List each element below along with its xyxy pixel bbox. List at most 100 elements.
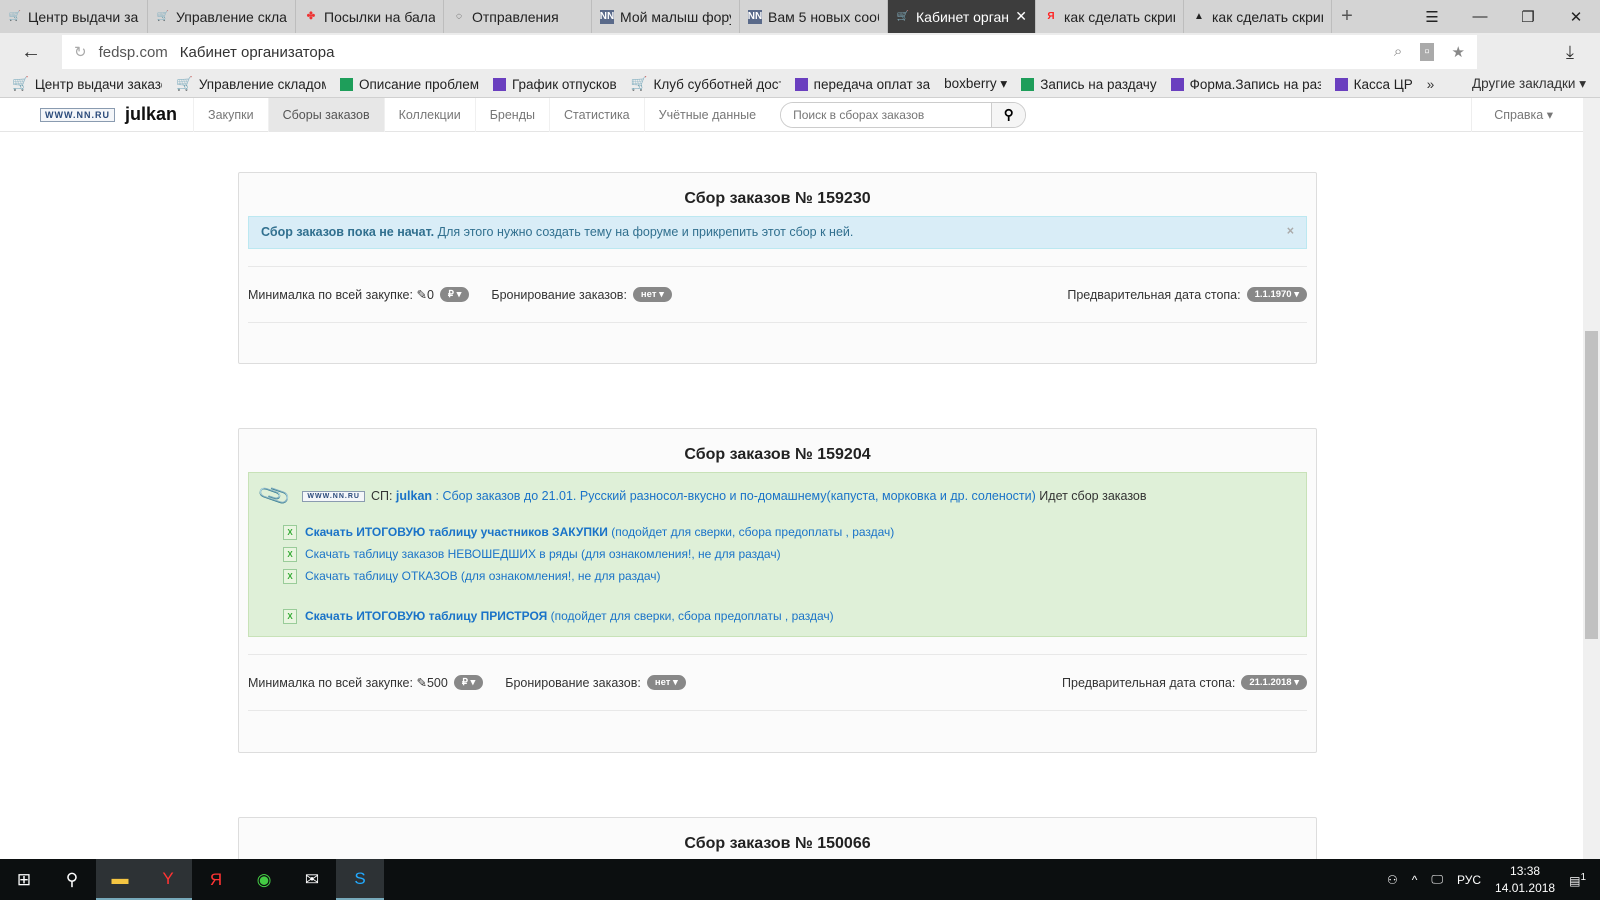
currency-dropdown[interactable]: ₽ ▾ [439,287,470,302]
pencil-icon[interactable]: ✎ [416,287,426,302]
currency-dropdown[interactable]: ₽ ▾ [453,675,484,690]
forms-icon [794,77,808,91]
divider [248,654,1307,655]
bookmark[interactable]: 🛒 Клуб субботней доставки [631,76,781,92]
url-field[interactable]: ↻ fedsp.com Кабинет организатора ⌕ ▫ ★ [62,35,1477,69]
more-bookmarks-button[interactable]: » [1427,77,1435,92]
yandex-browser-icon[interactable]: Y [144,859,192,900]
bookmark-label: Клуб субботней доставки [653,76,780,92]
search-page-icon[interactable]: ⌕ [1394,43,1402,61]
topic-link[interactable]: : Сбор заказов до 21.01. Русский разносо… [432,489,1036,503]
browser-tab[interactable]: 🛒 Кабинет организатора ✕ [888,0,1036,33]
browser-tab[interactable]: ◌ Отправления [444,0,592,33]
excel-icon: X [283,608,297,624]
booking-dropdown[interactable]: нет ▾ [632,287,672,302]
nav-item[interactable]: Учётные данные [643,97,770,132]
topic-status: Идет сбор заказов [1035,489,1147,503]
stop-date-dropdown[interactable]: 1.1.1970 ▾ [1246,287,1307,302]
bookmark[interactable]: График отпусков [492,76,617,92]
back-button[interactable]: ← [0,41,62,64]
booking-dropdown[interactable]: нет ▾ [646,675,686,690]
divider [248,322,1307,323]
browser-tab[interactable]: ✤ Посылки на балансе [296,0,444,33]
menu-icon[interactable]: ☰ [1408,0,1456,33]
start-button[interactable]: ⊞ [0,859,48,900]
nn-logo: WWW.NN.RU [302,490,365,502]
other-bookmarks[interactable]: Другие закладки ▾ [1472,76,1586,92]
card-meta: Минималка по всей закупке: ✎ 500 ₽ ▾ Брон… [239,675,1316,690]
new-tab-button[interactable]: + [1332,0,1362,33]
booking-label: Бронирование заказов: [491,287,627,302]
stop-date-dropdown[interactable]: 21.1.2018 ▾ [1241,675,1307,690]
scrollbar[interactable] [1583,98,1600,859]
people-icon[interactable]: ⚇ [1387,873,1398,887]
username[interactable]: julkan [125,104,177,125]
bookmark[interactable]: boxberry ▾ [944,76,1007,92]
bookmark[interactable]: Касса ЦР [1334,76,1413,92]
search-icon[interactable]: ⚲ [48,859,96,900]
bookmark-label: Управление складом [198,76,326,92]
browser-tab[interactable]: 🛒 Управление складом [148,0,296,33]
download-link[interactable]: X Скачать таблицу заказов НЕВОШЕДШИХ в ря… [283,543,1294,565]
nav-item[interactable]: Коллекции [383,97,475,132]
bookmark-label: Форма.Запись на раздачу [1189,76,1321,92]
pencil-icon[interactable]: ✎ [416,675,426,690]
bookmark[interactable]: передача оплат за [794,76,930,92]
notifications-icon[interactable]: ▤1 [1569,872,1586,888]
tab-label: Посылки на балансе [324,8,435,25]
address-bar: ← ↻ fedsp.com Кабинет организатора ⌕ ▫ ★… [0,33,1600,71]
search-button[interactable]: ⚲ [991,102,1026,127]
card-title: Сбор заказов № 159204 [684,446,871,463]
reload-icon[interactable]: ↻ [74,43,87,61]
download-icon[interactable]: ⤓ [1540,42,1600,63]
download-text: (подойдет для сверки, сбора предоплаты ,… [607,525,895,539]
chevron-up-icon[interactable]: ^ [1412,873,1418,887]
browser-tab[interactable]: NN Мой малыш форум [592,0,740,33]
browser-tab[interactable]: NN Вам 5 новых сообщений [740,0,888,33]
download-bold: Скачать ИТОГОВУЮ таблицу участников ЗАКУ… [305,525,608,539]
yandex-icon[interactable]: Я [192,859,240,900]
network-icon[interactable]: 🖵 [1431,872,1443,887]
star-icon[interactable]: ★ [1452,43,1465,61]
bookmark[interactable]: 🛒 Центр выдачи заказов [12,76,162,92]
browser-tab[interactable]: Якак сделать скриншот [1036,0,1184,33]
card-title: Сбор заказов № 159230 [684,190,871,207]
clock[interactable]: 13:38 14.01.2018 [1495,863,1555,897]
nav-item[interactable]: Бренды [474,97,549,132]
page-title: Кабинет организатора [179,43,335,61]
download-link[interactable]: X Скачать ИТОГОВУЮ таблицу участников ЗАК… [283,521,1294,543]
restore-button[interactable]: ❐ [1504,0,1552,33]
help-menu[interactable]: Справка ▾ [1471,97,1583,132]
file-explorer-icon[interactable]: ▬ [96,859,144,900]
image-icon: ▲ [1194,11,1204,22]
browser-tab[interactable]: ▲ как сделать скриншот [1184,0,1332,33]
sp-user-link[interactable]: julkan [396,489,432,503]
nav-item[interactable]: Закупки [193,97,268,132]
nav-item[interactable]: Статистика [548,97,644,132]
alert-text: Для этого нужно создать тему на форуме и… [434,225,854,239]
mail-icon[interactable]: ✉ [288,859,336,900]
scrollbar-thumb[interactable] [1585,331,1598,639]
bookmark[interactable]: Форма.Запись на раздачу [1170,76,1321,92]
bookmark[interactable]: Запись на раздачу [1021,76,1157,92]
language-indicator[interactable]: РУС [1457,873,1481,887]
tab-label: как сделать скриншот [1064,8,1175,25]
booking-label: Бронирование заказов: [505,675,641,690]
download-text: Скачать таблицу ОТКАЗОВ (для ознакомлени… [305,569,661,583]
chrome-icon[interactable]: ◉ [240,859,288,900]
skype-icon[interactable]: S [336,859,384,900]
minimize-button[interactable]: — [1456,0,1504,33]
lock-icon[interactable]: ▫ [1420,43,1434,61]
nav-item[interactable]: Сборы заказов [267,97,384,132]
search-input[interactable] [781,102,992,127]
download-link[interactable]: X Скачать таблицу ОТКАЗОВ (для ознакомлен… [283,565,1294,587]
browser-tab[interactable]: 🛒 Центр выдачи заказов [0,0,148,33]
download-link[interactable]: X Скачать ИТОГОВУЮ таблицу ПРИСТРОЯ (подо… [283,605,1294,627]
close-tab-icon[interactable]: ✕ [1015,8,1027,25]
bookmark[interactable]: 🛒 Управление складом [176,76,326,92]
close-icon[interactable]: × [1287,224,1294,238]
site-logo[interactable]: WWW.NN.RU [40,107,115,122]
close-window-button[interactable]: ✕ [1552,0,1600,33]
divider [248,710,1307,711]
bookmark[interactable]: Описание проблем [340,76,479,92]
